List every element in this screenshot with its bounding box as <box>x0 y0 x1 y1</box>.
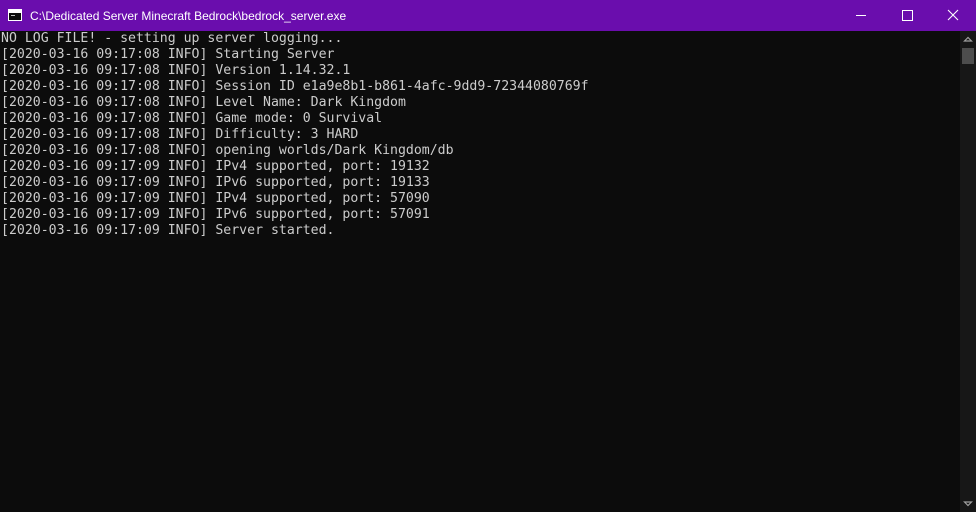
console-line: [2020-03-16 09:17:08 INFO] opening world… <box>1 143 454 158</box>
console-line: [2020-03-16 09:17:08 INFO] Starting Serv… <box>1 47 335 62</box>
console-line: [2020-03-16 09:17:09 INFO] IPv4 supporte… <box>1 159 430 174</box>
console-line: [2020-03-16 09:17:08 INFO] Difficulty: 3… <box>1 127 359 142</box>
console-line: NO LOG FILE! - setting up server logging… <box>1 31 343 46</box>
scroll-up-button[interactable] <box>960 31 976 47</box>
scroll-down-button[interactable] <box>960 496 976 512</box>
window-title: C:\Dedicated Server Minecraft Bedrock\be… <box>30 9 347 23</box>
console-line: [2020-03-16 09:17:09 INFO] IPv6 supporte… <box>1 207 430 222</box>
console-window-icon[interactable] <box>8 9 22 21</box>
scroll-up-arrow-icon <box>963 36 973 42</box>
console-line: [2020-03-16 09:17:08 INFO] Game mode: 0 … <box>1 111 383 126</box>
console-line: [2020-03-16 09:17:09 INFO] IPv4 supporte… <box>1 191 430 206</box>
minimize-button[interactable] <box>838 0 884 31</box>
console-line: [2020-03-16 09:17:08 INFO] Session ID e1… <box>1 79 589 94</box>
console-output[interactable]: NO LOG FILE! - setting up server logging… <box>0 31 960 512</box>
vertical-scrollbar[interactable] <box>960 31 976 512</box>
console-line: [2020-03-16 09:17:08 INFO] Version 1.14.… <box>1 63 351 78</box>
maximize-button[interactable] <box>884 0 930 31</box>
close-icon <box>947 9 959 21</box>
title-bar[interactable]: C:\Dedicated Server Minecraft Bedrock\be… <box>0 0 976 31</box>
close-button[interactable] <box>930 0 976 31</box>
scroll-down-arrow-icon <box>963 501 973 507</box>
scroll-thumb[interactable] <box>962 48 974 64</box>
console-line: [2020-03-16 09:17:09 INFO] IPv6 supporte… <box>1 175 430 190</box>
console-window: C:\Dedicated Server Minecraft Bedrock\be… <box>0 0 976 512</box>
maximize-icon <box>902 10 913 21</box>
minimize-icon <box>856 15 866 16</box>
console-line: [2020-03-16 09:17:09 INFO] Server starte… <box>1 223 335 238</box>
console-line: [2020-03-16 09:17:08 INFO] Level Name: D… <box>1 95 406 110</box>
